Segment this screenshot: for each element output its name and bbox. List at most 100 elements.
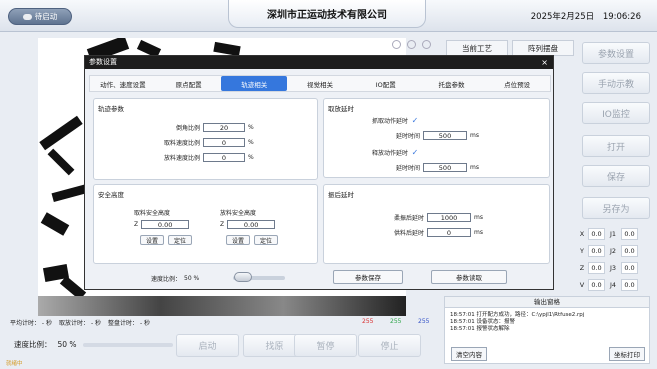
axis-label: Z	[134, 221, 139, 228]
save-as-button[interactable]: 另存为	[582, 197, 650, 219]
print-coords-button[interactable]: 坐标打印	[609, 347, 645, 361]
param-settings-button[interactable]: 参数设置	[582, 42, 650, 64]
coord-value: 0.0	[588, 262, 605, 274]
field-label: 柔振后延时	[393, 215, 424, 222]
put-safe-locate-button[interactable]: 定位	[254, 235, 278, 245]
stop-button[interactable]: 停止	[358, 334, 421, 357]
release-delay-input[interactable]: 500	[423, 163, 468, 172]
take-speed-input[interactable]: 0	[203, 138, 245, 147]
clear-output-button[interactable]: 清空内容	[451, 347, 487, 361]
group-title: 安全高度	[98, 191, 124, 199]
dialog-title-bar: 参数设置 ×	[85, 56, 553, 69]
company-name: 深圳市正运动技术有限公司	[267, 10, 387, 21]
vibration-delay-group: 振后延时 柔振后延时 1000 ms 供料后延时 0 ms	[323, 184, 550, 264]
safe-height-group: 安全高度 取料安全高度 Z 0.00 设置 定位 放料安全高度 Z 0.00 设…	[93, 184, 318, 264]
process-label: 当前工艺	[446, 40, 508, 56]
date-text: 2025年2月25日	[530, 12, 595, 22]
tab-io[interactable]: IO配置	[353, 76, 419, 91]
field-label: 延时时间	[396, 165, 421, 172]
zoom-in-icon[interactable]	[392, 40, 401, 49]
take-safe-locate-button[interactable]: 定位	[168, 235, 192, 245]
process-indicator: 当前工艺 阵列摆盘	[446, 40, 574, 56]
unit-label: ms	[470, 132, 479, 139]
take-safe-set-button[interactable]: 设置	[140, 235, 164, 245]
grab-delay-toggle: 抓取动作延时 ✓	[372, 116, 419, 125]
speed-label: 速度比例：	[14, 340, 52, 349]
take-time-unit: 秒	[95, 320, 102, 327]
tab-tray[interactable]: 托盘参数	[419, 76, 485, 91]
log-line: 18:57:01 打开配方成功，路径：C:\ypjl1\Rtfuse2.rpj	[450, 312, 585, 318]
speed-value: 50 %	[57, 340, 77, 349]
take-safe-title: 取料安全高度	[134, 210, 171, 217]
field-label: 倒角比例	[175, 125, 200, 132]
status-toggle-icon	[22, 13, 32, 20]
checkbox-label: 释放动作延时	[372, 150, 409, 157]
output-pane: 输出窗格 18:57:01 打开配方成功，路径：C:\ypjl1\Rtfuse2…	[444, 296, 650, 364]
tab-vision[interactable]: 视觉相关	[287, 76, 353, 91]
io-monitor-button[interactable]: IO监控	[582, 102, 650, 124]
shake-delay-input[interactable]: 1000	[427, 213, 471, 222]
machine-status-button[interactable]: 待启动	[8, 8, 72, 25]
datetime: 2025年2月25日 19:06:26	[525, 10, 641, 22]
put-speed-input[interactable]: 0	[203, 153, 245, 162]
log-line: 18:57:01 报警状态解除	[450, 326, 510, 332]
save-button[interactable]: 保存	[582, 165, 650, 187]
unit-label: %	[248, 139, 254, 146]
coord-axis-label: X	[579, 230, 585, 238]
grab-delay-checkbox[interactable]: ✓	[411, 116, 419, 125]
put-safe-z-input[interactable]: 0.00	[227, 220, 276, 229]
param-save-button[interactable]: 参数保存	[333, 270, 403, 284]
coord-axis-label: Y	[580, 247, 584, 255]
group-title: 取放延时	[328, 105, 354, 113]
dialog-speed-ratio: 速度比例： 50 %	[151, 274, 199, 283]
joint-value: 0.0	[621, 245, 638, 257]
field-label: 供料后延时	[393, 230, 424, 237]
speed-slider[interactable]	[82, 342, 173, 347]
tray-time-unit: 秒	[144, 320, 151, 327]
field-label: 放料速度比例	[163, 155, 200, 162]
speed-ratio-value: 50 %	[184, 275, 200, 282]
unit-label: %	[248, 154, 254, 161]
coord-row: Z 0.0 J3 0.0	[578, 260, 656, 276]
manual-teach-button[interactable]: 手动示教	[582, 72, 650, 94]
zoom-out-icon[interactable]	[407, 40, 416, 49]
put-speed-field: 放料速度比例 0 %	[154, 153, 254, 162]
grab-delay-field: 延时时间 500 ms	[396, 131, 479, 140]
joint-label: J3	[609, 264, 617, 272]
tab-origin[interactable]: 原点配置	[156, 76, 222, 91]
start-button[interactable]: 启动	[176, 334, 239, 357]
dialog-tabs: 动作、速度设置 原点配置 轨迹相关 视觉相关 IO配置 托盘参数 点位预设	[89, 75, 551, 92]
feed-delay-input[interactable]: 0	[427, 228, 471, 237]
take-safe-z-field: Z 0.00	[134, 220, 190, 229]
open-button[interactable]: 打开	[582, 135, 650, 157]
company-title: 深圳市正运动技术有限公司	[228, 0, 426, 28]
tab-point-preset[interactable]: 点位预设	[484, 76, 550, 91]
speed-ratio-knob[interactable]	[234, 272, 252, 282]
field-label: 取料速度比例	[163, 140, 200, 147]
group-title: 振后延时	[328, 191, 354, 199]
chamfer-input[interactable]: 20	[203, 123, 245, 132]
param-read-button[interactable]: 参数读取	[431, 270, 507, 284]
pause-button[interactable]: 暂停	[294, 334, 357, 357]
part-image	[39, 115, 83, 151]
put-safe-set-button[interactable]: 设置	[226, 235, 250, 245]
tab-motion-speed[interactable]: 动作、速度设置	[90, 76, 156, 91]
take-safe-z-input[interactable]: 0.00	[141, 220, 190, 229]
tab-trajectory[interactable]: 轨迹相关	[221, 76, 288, 91]
close-icon[interactable]: ×	[541, 56, 548, 69]
time-text: 19:06:26	[602, 12, 641, 22]
grab-delay-input[interactable]: 500	[423, 131, 468, 140]
joint-value: 0.0	[621, 262, 638, 274]
output-log: 18:57:01 打开配方成功，路径：C:\ypjl1\Rtfuse2.rpj …	[445, 308, 649, 333]
release-delay-checkbox[interactable]: ✓	[411, 148, 419, 157]
release-delay-field: 延时时间 500 ms	[396, 163, 479, 172]
put-safe-title: 放料安全高度	[220, 210, 257, 217]
release-delay-toggle: 释放动作延时 ✓	[372, 148, 419, 157]
joint-value: 0.0	[621, 228, 638, 240]
machine-status-label: 待启动	[34, 12, 58, 21]
unit-label: ms	[474, 229, 483, 236]
fit-view-icon[interactable]	[422, 40, 431, 49]
rgb-b-value: 255	[418, 318, 430, 325]
avg-time-label: 平均计时：	[10, 320, 41, 327]
coord-axis-label: Z	[579, 264, 585, 272]
